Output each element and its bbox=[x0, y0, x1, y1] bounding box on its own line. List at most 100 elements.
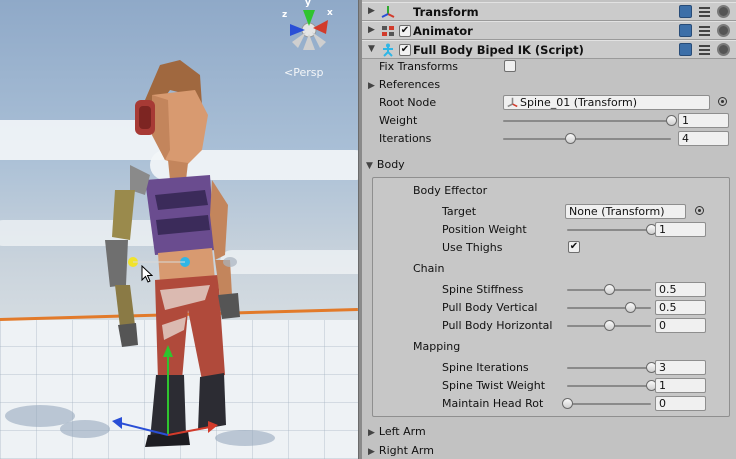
expanded-triangle-icon[interactable]: ▼ bbox=[368, 44, 375, 54]
body-label: Body bbox=[376, 158, 405, 171]
collapsed-triangle-icon[interactable]: ▶ bbox=[368, 6, 375, 16]
collapsed-triangle-icon: ▶ bbox=[368, 428, 375, 438]
help-book-icon[interactable] bbox=[679, 43, 692, 56]
persp-arrow-icon: < bbox=[284, 66, 294, 79]
iterations-label: Iterations bbox=[379, 132, 432, 145]
pull-body-horizontal-slider-thumb[interactable] bbox=[604, 320, 615, 331]
chain-heading: Chain bbox=[413, 262, 445, 275]
scene-view[interactable]: z x y <Persp bbox=[0, 0, 358, 459]
left-arm-foldout-label: ▶ Left Arm bbox=[368, 425, 426, 438]
pull-body-vertical-slider-thumb[interactable] bbox=[625, 302, 636, 313]
spine-iterations-input[interactable]: 3 bbox=[655, 360, 706, 375]
gear-icon[interactable] bbox=[717, 5, 730, 18]
fbbik-enabled-checkbox[interactable]: ✔ bbox=[399, 44, 411, 56]
help-book-icon[interactable] bbox=[679, 5, 692, 18]
spine-stiffness-label: Spine Stiffness bbox=[442, 283, 524, 296]
persp-label: Persp bbox=[293, 66, 324, 79]
animator-enabled-checkbox[interactable]: ✔ bbox=[399, 25, 411, 37]
body-effector-heading-row: Body Effector bbox=[373, 182, 736, 200]
mapping-heading: Mapping bbox=[413, 340, 461, 353]
gizmo-axis-z: z bbox=[282, 10, 288, 20]
body-foldout[interactable]: ▼ Body bbox=[362, 156, 736, 174]
target-row: Target None (Transform) bbox=[373, 203, 736, 221]
right-arm-foldout[interactable]: ▶ Right Arm bbox=[362, 442, 736, 459]
pull-body-horizontal-label: Pull Body Horizontal bbox=[442, 319, 553, 332]
spine-twist-weight-row: Spine Twist Weight 1 bbox=[373, 377, 736, 395]
spine-stiffness-slider-thumb[interactable] bbox=[604, 284, 615, 295]
spine-iterations-slider-track[interactable] bbox=[567, 367, 651, 369]
pull-body-vertical-slider-track[interactable] bbox=[567, 307, 651, 309]
collapsed-triangle-icon[interactable]: ▶ bbox=[368, 25, 375, 35]
maintain-head-rot-slider-thumb[interactable] bbox=[562, 398, 573, 409]
position-weight-slider-track[interactable] bbox=[567, 229, 651, 231]
transform-icon bbox=[381, 6, 395, 18]
body-effector-heading: Body Effector bbox=[413, 184, 488, 197]
fix-transforms-label: Fix Transforms bbox=[379, 60, 459, 73]
left-arm-foldout[interactable]: ▶ Left Arm bbox=[362, 423, 736, 441]
weight-label: Weight bbox=[379, 114, 418, 127]
animator-icon bbox=[382, 26, 394, 36]
object-picker-icon[interactable] bbox=[718, 97, 727, 106]
maintain-head-rot-row: Maintain Head Rot 0 bbox=[373, 395, 736, 413]
gear-icon[interactable] bbox=[717, 24, 730, 37]
preset-sliders-icon[interactable] bbox=[698, 24, 711, 37]
spine-iterations-row: Spine Iterations 3 bbox=[373, 359, 736, 377]
position-weight-input[interactable]: 1 bbox=[655, 222, 706, 237]
component-title: Full Body Biped IK (Script) bbox=[413, 43, 584, 57]
fix-transforms-checkbox[interactable] bbox=[504, 60, 516, 72]
object-picker-icon[interactable] bbox=[695, 206, 704, 215]
root-node-field[interactable]: Spine_01 (Transform) bbox=[503, 95, 710, 110]
pull-body-horizontal-input[interactable]: 0 bbox=[655, 318, 706, 333]
preset-sliders-icon[interactable] bbox=[698, 5, 711, 18]
gear-icon[interactable] bbox=[717, 43, 730, 56]
animator-component-header[interactable]: ▶ ✔ Animator bbox=[362, 21, 736, 40]
iterations-slider-thumb[interactable] bbox=[565, 133, 577, 144]
use-thighs-checkbox[interactable]: ✔ bbox=[568, 241, 580, 253]
pull-body-vertical-row: Pull Body Vertical 0.5 bbox=[373, 299, 736, 317]
preset-sliders-icon[interactable] bbox=[698, 43, 711, 56]
references-foldout-label: ▶ References bbox=[368, 78, 440, 91]
inspector-panel: ▶ Transform ▶ ✔ Animator ▼ ✔ Full Body B… bbox=[362, 0, 736, 459]
target-field[interactable]: None (Transform) bbox=[565, 204, 686, 219]
body-settings-box: Body Effector Target None (Transform) Po… bbox=[372, 177, 730, 417]
biped-ik-icon bbox=[383, 43, 393, 57]
maintain-head-rot-input[interactable]: 0 bbox=[655, 396, 706, 411]
help-book-icon[interactable] bbox=[679, 24, 692, 37]
target-label: Target bbox=[442, 205, 477, 218]
spine-iterations-label: Spine Iterations bbox=[442, 361, 529, 374]
references-foldout[interactable]: ▶ References bbox=[362, 76, 736, 94]
transform-component-header[interactable]: ▶ Transform bbox=[362, 2, 736, 21]
body-foldout-label: ▼ Body bbox=[366, 158, 405, 171]
root-node-label: Root Node bbox=[379, 96, 437, 109]
expanded-triangle-icon: ▼ bbox=[366, 161, 373, 171]
collapsed-triangle-icon: ▶ bbox=[368, 447, 375, 457]
spine-twist-weight-label: Spine Twist Weight bbox=[442, 379, 546, 392]
iterations-input[interactable]: 4 bbox=[678, 131, 729, 146]
persp-toggle[interactable]: <Persp bbox=[284, 66, 323, 79]
chain-heading-row: Chain bbox=[373, 260, 736, 278]
character-model[interactable] bbox=[90, 55, 270, 455]
position-weight-row: Position Weight 1 bbox=[373, 221, 736, 239]
right-arm-foldout-label: ▶ Right Arm bbox=[368, 444, 434, 457]
spine-stiffness-row: Spine Stiffness 0.5 bbox=[373, 281, 736, 299]
weight-slider-thumb[interactable] bbox=[666, 115, 677, 126]
collapsed-triangle-icon: ▶ bbox=[368, 81, 375, 91]
position-weight-label: Position Weight bbox=[442, 223, 527, 236]
spine-twist-weight-slider-track[interactable] bbox=[567, 385, 651, 387]
spine-stiffness-input[interactable]: 0.5 bbox=[655, 282, 706, 297]
root-node-row: Root Node Spine_01 (Transform) bbox=[362, 94, 736, 112]
scene-orientation-gizmo[interactable]: z x y bbox=[276, 0, 342, 56]
maintain-head-rot-slider-track[interactable] bbox=[567, 403, 651, 405]
pull-body-vertical-input[interactable]: 0.5 bbox=[655, 300, 706, 315]
gizmo-axis-y: y bbox=[305, 0, 311, 8]
use-thighs-label: Use Thighs bbox=[442, 241, 503, 254]
weight-slider-track[interactable] bbox=[503, 120, 671, 122]
pull-body-vertical-label: Pull Body Vertical bbox=[442, 301, 538, 314]
component-title: Transform bbox=[413, 5, 479, 19]
spine-twist-weight-input[interactable]: 1 bbox=[655, 378, 706, 393]
iterations-slider-track[interactable] bbox=[503, 138, 671, 140]
use-thighs-row: Use Thighs ✔ bbox=[373, 239, 736, 257]
fbbik-component-header[interactable]: ▼ ✔ Full Body Biped IK (Script) bbox=[362, 40, 736, 59]
weight-input[interactable]: 1 bbox=[678, 113, 729, 128]
weight-row: Weight 1 bbox=[362, 112, 736, 130]
